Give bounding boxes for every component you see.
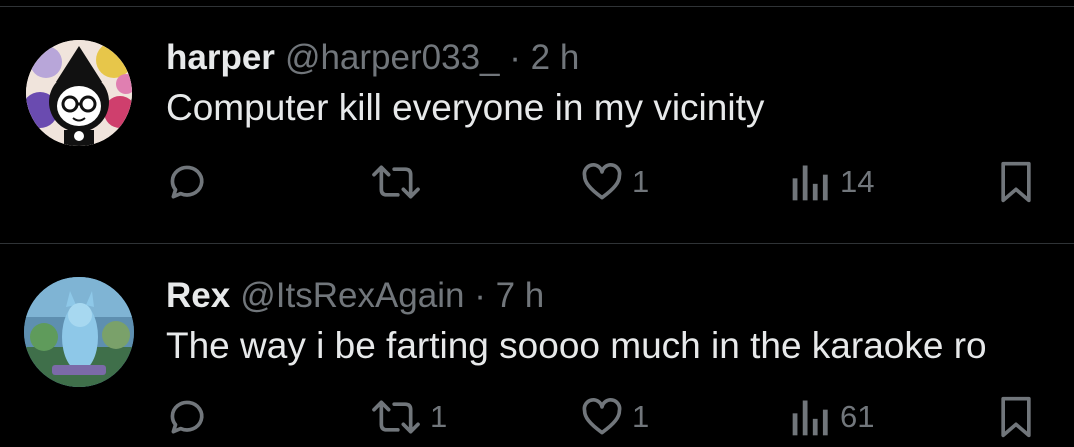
post[interactable]: Rex @ItsRexAgain · 7 h The way i be farti… xyxy=(0,244,1074,447)
views-button[interactable]: 61 xyxy=(790,392,874,442)
timeline-feed: harper @harper033_ · 2 h Computer kill ev… xyxy=(0,0,1074,447)
reply-icon xyxy=(166,395,210,439)
repost-count: 1 xyxy=(430,399,448,434)
user-handle[interactable]: @harper033_ xyxy=(285,38,500,77)
post-actions: 1 14 xyxy=(0,157,1074,207)
repost-button[interactable]: 1 xyxy=(370,392,447,442)
display-name[interactable]: harper xyxy=(166,38,275,77)
like-button[interactable]: 1 xyxy=(580,157,649,207)
views-button[interactable]: 14 xyxy=(790,157,874,207)
heart-icon xyxy=(580,160,624,204)
post-text: The way i be farting soooo much in the k… xyxy=(166,325,987,366)
view-count: 14 xyxy=(840,164,875,199)
like-button[interactable]: 1 xyxy=(580,392,649,442)
post-actions: 1 1 61 xyxy=(0,392,1074,442)
heart-icon xyxy=(580,395,624,439)
post-header: harper @harper033_ · 2 h xyxy=(166,38,579,78)
post-text: Computer kill everyone in my vicinity xyxy=(166,87,765,128)
reply-button[interactable] xyxy=(166,157,218,207)
separator-dot: · xyxy=(509,38,521,77)
bookmark-button[interactable] xyxy=(996,392,1036,442)
separator-dot: · xyxy=(474,276,486,315)
view-count: 61 xyxy=(840,399,875,434)
repost-icon xyxy=(370,160,422,204)
avatar[interactable] xyxy=(26,40,132,146)
repost-button[interactable] xyxy=(370,157,430,207)
like-count: 1 xyxy=(632,399,650,434)
reply-button[interactable] xyxy=(166,392,218,442)
views-icon xyxy=(790,395,832,439)
repost-icon xyxy=(370,395,422,439)
bookmark-icon xyxy=(996,160,1036,204)
post-time[interactable]: 2 h xyxy=(531,38,580,77)
views-icon xyxy=(790,160,832,204)
post-header: Rex @ItsRexAgain · 7 h xyxy=(166,276,544,316)
bookmark-icon xyxy=(996,395,1036,439)
like-count: 1 xyxy=(632,164,650,199)
display-name[interactable]: Rex xyxy=(166,276,230,315)
post-time[interactable]: 7 h xyxy=(496,276,545,315)
post[interactable]: harper @harper033_ · 2 h Computer kill ev… xyxy=(0,0,1074,243)
avatar[interactable] xyxy=(24,277,134,387)
user-handle[interactable]: @ItsRexAgain xyxy=(240,276,464,315)
bookmark-button[interactable] xyxy=(996,157,1036,207)
reply-icon xyxy=(166,160,210,204)
